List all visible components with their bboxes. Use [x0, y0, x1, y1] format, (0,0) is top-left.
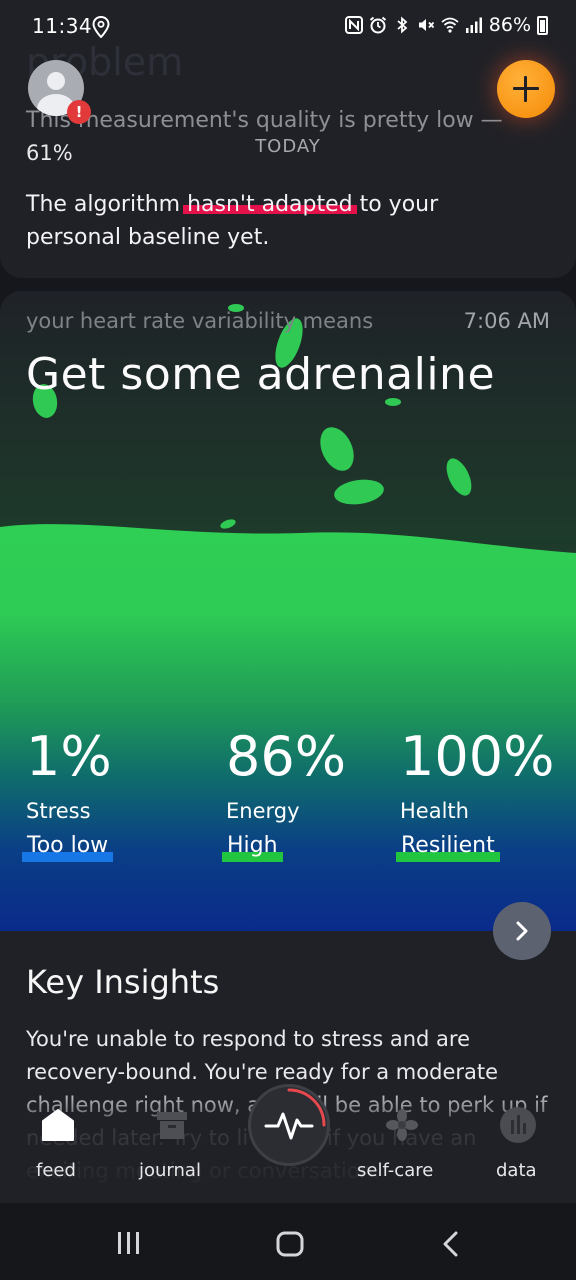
- status-time: 11:34: [32, 14, 93, 38]
- stress-label: Stress: [26, 799, 91, 823]
- tab-data[interactable]: data: [496, 1160, 537, 1181]
- stress-metric[interactable]: 1% Stress Too low: [22, 725, 114, 862]
- bluetooth-icon: [397, 16, 408, 34]
- stress-tag-text: Too low: [27, 833, 109, 858]
- algo-highlight: hasn't adapted: [187, 192, 353, 217]
- energy-label: Energy: [226, 799, 300, 823]
- location-icon: [92, 16, 110, 38]
- avatar-head: [47, 72, 65, 90]
- stress-value: 1%: [26, 725, 112, 788]
- quality-sentence: This measurement's quality is pretty low…: [26, 108, 503, 133]
- status-icons: 86%: [344, 14, 548, 36]
- system-nav-bar: [0, 1203, 576, 1280]
- alarm-icon: [369, 16, 386, 34]
- energy-tag-text: High: [227, 833, 278, 858]
- tab-feed[interactable]: feed: [36, 1160, 76, 1181]
- flower-icon[interactable]: [385, 1108, 419, 1142]
- battery-icon: [537, 15, 548, 35]
- health-label: Health: [400, 799, 469, 823]
- tab-self-care[interactable]: self-care: [357, 1160, 433, 1181]
- hrv-meta-label: your heart rate variability means: [26, 309, 374, 333]
- mute-icon: [418, 19, 434, 31]
- tab-journal[interactable]: journal: [139, 1160, 201, 1181]
- algorithm-note: The algorithm hasn't adapted to your per…: [26, 188, 496, 254]
- quality-highlight: pretty low: [362, 108, 474, 133]
- date-label: TODAY: [255, 136, 321, 157]
- stress-tag: Too low: [22, 833, 114, 862]
- hrv-headline: Get some adrenaline: [26, 349, 496, 400]
- wifi-icon: [441, 17, 459, 33]
- back-icon[interactable]: [441, 1231, 461, 1257]
- home-icon[interactable]: [41, 1108, 75, 1142]
- battery-percent: 86%: [488, 14, 531, 36]
- chevron-right-icon: [516, 921, 528, 941]
- quality-suffix: —: [473, 108, 503, 133]
- nfc-icon: [344, 16, 363, 34]
- tab-heartbeat[interactable]: [248, 1084, 330, 1166]
- health-value: 100%: [400, 725, 555, 788]
- signal-icon: [465, 17, 482, 33]
- energy-metric[interactable]: 86% Energy High: [222, 725, 347, 862]
- insights-title: Key Insights: [26, 963, 220, 1001]
- energy-tag: High: [222, 833, 283, 862]
- health-tag-text: Resilient: [401, 833, 495, 858]
- home-nav-icon[interactable]: [276, 1231, 304, 1257]
- hrv-result-card[interactable]: your heart rate variability means 7:06 A…: [0, 291, 576, 931]
- journal-icon[interactable]: [155, 1108, 189, 1142]
- algo-prefix: The algorithm: [26, 192, 188, 217]
- hrv-time: 7:06 AM: [463, 309, 550, 333]
- alert-badge: !: [67, 100, 91, 124]
- status-bar: 11:34 86%: [0, 0, 576, 56]
- health-metric[interactable]: 100% Health Resilient: [396, 725, 555, 862]
- chart-icon[interactable]: [499, 1106, 537, 1144]
- health-tag: Resilient: [396, 833, 500, 862]
- add-button[interactable]: [497, 60, 555, 118]
- heartbeat-icon: [264, 1088, 326, 1140]
- recent-apps-icon[interactable]: [115, 1231, 143, 1255]
- energy-value: 86%: [226, 725, 347, 788]
- next-button[interactable]: [493, 902, 551, 960]
